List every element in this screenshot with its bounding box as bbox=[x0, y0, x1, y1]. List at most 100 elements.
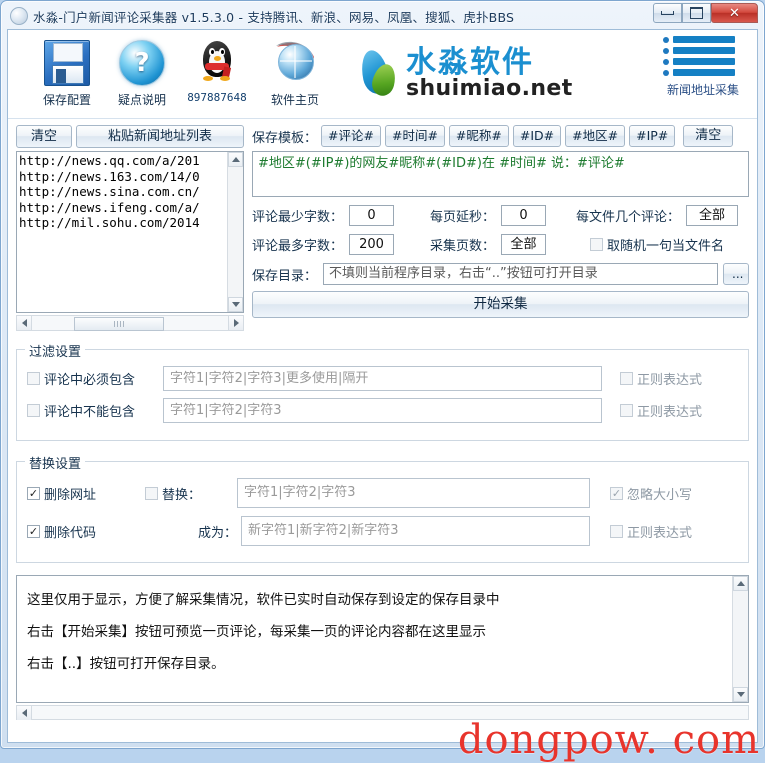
brand-name-en: shuimiao.net bbox=[406, 76, 573, 102]
scroll-up-button[interactable] bbox=[228, 152, 243, 167]
maximize-icon bbox=[690, 7, 703, 19]
log-line: 右击【开始采集】按钮可预览一页评论，每采集一页的评论内容都在这里显示 bbox=[27, 624, 486, 640]
url-list-horizontal-scrollbar[interactable] bbox=[16, 315, 244, 331]
per-file-input[interactable]: 全部 bbox=[686, 205, 739, 226]
tag-button-nickname[interactable]: #昵称# bbox=[448, 125, 509, 147]
delete-code-checkbox-wrap[interactable]: ✓ 删除代码 bbox=[27, 522, 145, 541]
log-scroll-down-button[interactable] bbox=[733, 687, 748, 702]
chevron-left-icon bbox=[21, 709, 27, 717]
toolbar-item-qq[interactable]: 897887648 bbox=[178, 36, 256, 104]
news-address-collect-button[interactable]: 新闻地址采集 bbox=[655, 36, 751, 98]
max-words-input[interactable]: 200 bbox=[349, 234, 395, 255]
log-scroll-left-button[interactable] bbox=[17, 706, 32, 720]
url-list-item: http://mil.sohu.com/2014 bbox=[19, 215, 200, 230]
title-bar: 水淼-门户新闻评论采集器 v1.5.3.0 - 支持腾讯、新浪、网易、凤凰、搜狐… bbox=[5, 3, 760, 28]
tag-button-time[interactable]: #时间# bbox=[384, 125, 445, 147]
log-hscroll-track[interactable] bbox=[32, 706, 748, 719]
scroll-left-button[interactable] bbox=[17, 316, 32, 330]
tag-button-id[interactable]: #ID# bbox=[512, 125, 562, 147]
must-not-contain-input[interactable]: 字符1|字符2|字符3 bbox=[163, 398, 602, 423]
paste-url-list-button[interactable]: 粘贴新闻地址列表 bbox=[76, 125, 244, 148]
toolbar-item-help[interactable]: ? 疑点说明 bbox=[103, 36, 181, 108]
replace-label: 替换： bbox=[162, 487, 202, 503]
toolbar-label-help: 疑点说明 bbox=[117, 93, 166, 107]
ignore-case-checkbox[interactable]: ✓ bbox=[610, 486, 623, 500]
per-file-label: 每文件几个评论： bbox=[576, 210, 681, 225]
filter-settings-group: 过滤设置 评论中必须包含 字符1|字符2|字符3|更多使用|隔开 正则表达式 评… bbox=[16, 341, 749, 441]
hscroll-thumb[interactable] bbox=[74, 317, 164, 331]
water-drop-icon bbox=[357, 47, 400, 100]
chevron-right-icon bbox=[233, 319, 239, 327]
browse-directory-button[interactable]: ... bbox=[723, 263, 749, 285]
start-collect-button[interactable]: 开始采集 bbox=[252, 291, 749, 318]
delete-code-label: 删除代码 bbox=[44, 525, 97, 541]
maximize-button[interactable] bbox=[682, 3, 711, 23]
replace-row-1: ✓ 删除网址 替换： 字符1|字符2|字符3 ✓ 忽略大小写 bbox=[27, 478, 738, 508]
log-line: 这里仅用于显示，方便了解采集情况，软件已实时自动保存到设定的保存目录中 bbox=[27, 592, 500, 608]
delete-code-checkbox[interactable]: ✓ bbox=[27, 524, 40, 538]
page-delay-input[interactable]: 0 bbox=[501, 205, 547, 226]
must-not-contain-checkbox-wrap[interactable]: 评论中不能包含 bbox=[27, 401, 163, 420]
url-panel: 清空 粘贴新闻地址列表 http://news.qq.com/a/201 htt… bbox=[16, 125, 244, 331]
save-directory-input[interactable]: 不填则当前程序目录，右击“..”按钮可打开目录 bbox=[323, 263, 718, 285]
log-horizontal-scrollbar[interactable] bbox=[16, 705, 749, 720]
url-list-vertical-scrollbar[interactable] bbox=[227, 152, 243, 312]
replace-regex-wrap[interactable]: 正则表达式 bbox=[590, 522, 738, 541]
log-line: 右击【..】按钮可打开保存目录。 bbox=[27, 656, 225, 672]
random-filename-checkbox[interactable] bbox=[590, 238, 604, 251]
log-output-box[interactable]: 这里仅用于显示，方便了解采集情况，软件已实时自动保存到设定的保存目录中 右击【开… bbox=[16, 575, 749, 703]
must-not-contain-regex-wrap[interactable]: 正则表达式 bbox=[602, 401, 738, 420]
must-not-contain-regex-checkbox[interactable] bbox=[620, 404, 633, 417]
delete-url-checkbox[interactable]: ✓ bbox=[27, 486, 40, 500]
template-textarea[interactable]: #地区#(#IP#)的网友#昵称#(#ID#)在 #时间# 说：#评论# bbox=[252, 151, 749, 197]
toolbar-item-save-config[interactable]: 保存配置 bbox=[28, 36, 106, 108]
news-address-collect-label: 新闻地址采集 bbox=[666, 83, 739, 97]
min-words-input[interactable]: 0 bbox=[349, 205, 395, 226]
must-contain-regex-wrap[interactable]: 正则表达式 bbox=[602, 369, 738, 388]
must-contain-checkbox-wrap[interactable]: 评论中必须包含 bbox=[27, 369, 163, 388]
clear-template-button[interactable]: 清空 bbox=[683, 125, 734, 147]
hscroll-track[interactable] bbox=[32, 316, 228, 331]
url-list-box[interactable]: http://news.qq.com/a/201 http://news.163… bbox=[16, 151, 244, 313]
replace-checkbox-wrap[interactable]: 替换： bbox=[145, 484, 237, 503]
replace-from-input[interactable]: 字符1|字符2|字符3 bbox=[237, 478, 590, 508]
ignore-case-wrap[interactable]: ✓ 忽略大小写 bbox=[590, 484, 738, 503]
replace-checkbox[interactable] bbox=[145, 486, 158, 500]
filter-settings-title: 过滤设置 bbox=[25, 341, 86, 360]
replace-regex-checkbox[interactable] bbox=[610, 524, 623, 538]
pages-input[interactable]: 全部 bbox=[501, 234, 547, 255]
template-label: 保存模板： bbox=[252, 130, 318, 146]
pages-label: 采集页数： bbox=[430, 239, 496, 254]
ignore-case-label: 忽略大小写 bbox=[627, 487, 693, 503]
options-row-1: 评论最少字数： 0 每页延秒： 0 每文件几个评论： 全部 bbox=[252, 205, 749, 226]
clear-url-list-button[interactable]: 清空 bbox=[16, 125, 72, 148]
question-help-icon: ? bbox=[116, 36, 168, 88]
tag-button-comment[interactable]: #评论# bbox=[321, 125, 381, 147]
tag-button-region[interactable]: #地区# bbox=[565, 125, 626, 147]
log-scroll-up-button[interactable] bbox=[733, 576, 748, 591]
delete-url-checkbox-wrap[interactable]: ✓ 删除网址 bbox=[27, 484, 145, 503]
scroll-down-button[interactable] bbox=[228, 297, 243, 312]
log-vertical-scrollbar[interactable] bbox=[732, 576, 748, 702]
min-words-label: 评论最少字数： bbox=[252, 210, 344, 225]
save-directory-label: 保存目录： bbox=[252, 268, 318, 284]
must-not-contain-regex-label: 正则表达式 bbox=[637, 405, 703, 420]
tag-button-ip[interactable]: #IP# bbox=[629, 125, 676, 147]
replace-to-input[interactable]: 新字符1|新字符2|新字符3 bbox=[241, 516, 590, 546]
chevron-up-icon bbox=[736, 581, 745, 586]
close-button[interactable]: ✕ bbox=[711, 3, 758, 23]
must-contain-input[interactable]: 字符1|字符2|字符3|更多使用|隔开 bbox=[163, 366, 602, 391]
must-contain-checkbox[interactable] bbox=[27, 372, 40, 385]
delete-url-label: 删除网址 bbox=[44, 487, 97, 503]
toolbar-item-homepage[interactable]: 软件主页 bbox=[256, 36, 334, 108]
globe-homepage-icon bbox=[269, 36, 321, 88]
toolbar-label-save-config: 保存配置 bbox=[42, 93, 91, 107]
url-list-content: http://news.qq.com/a/201 http://news.163… bbox=[17, 152, 228, 312]
must-not-contain-checkbox[interactable] bbox=[27, 404, 40, 417]
minimize-button[interactable] bbox=[653, 3, 682, 23]
scroll-right-button[interactable] bbox=[228, 316, 243, 330]
must-contain-regex-checkbox[interactable] bbox=[620, 372, 633, 385]
toolbar-label-homepage: 软件主页 bbox=[270, 93, 319, 107]
save-directory-row: 保存目录： 不填则当前程序目录，右击“..”按钮可打开目录 ... bbox=[252, 263, 749, 285]
url-list-item: http://news.ifeng.com/a/ bbox=[19, 199, 200, 215]
